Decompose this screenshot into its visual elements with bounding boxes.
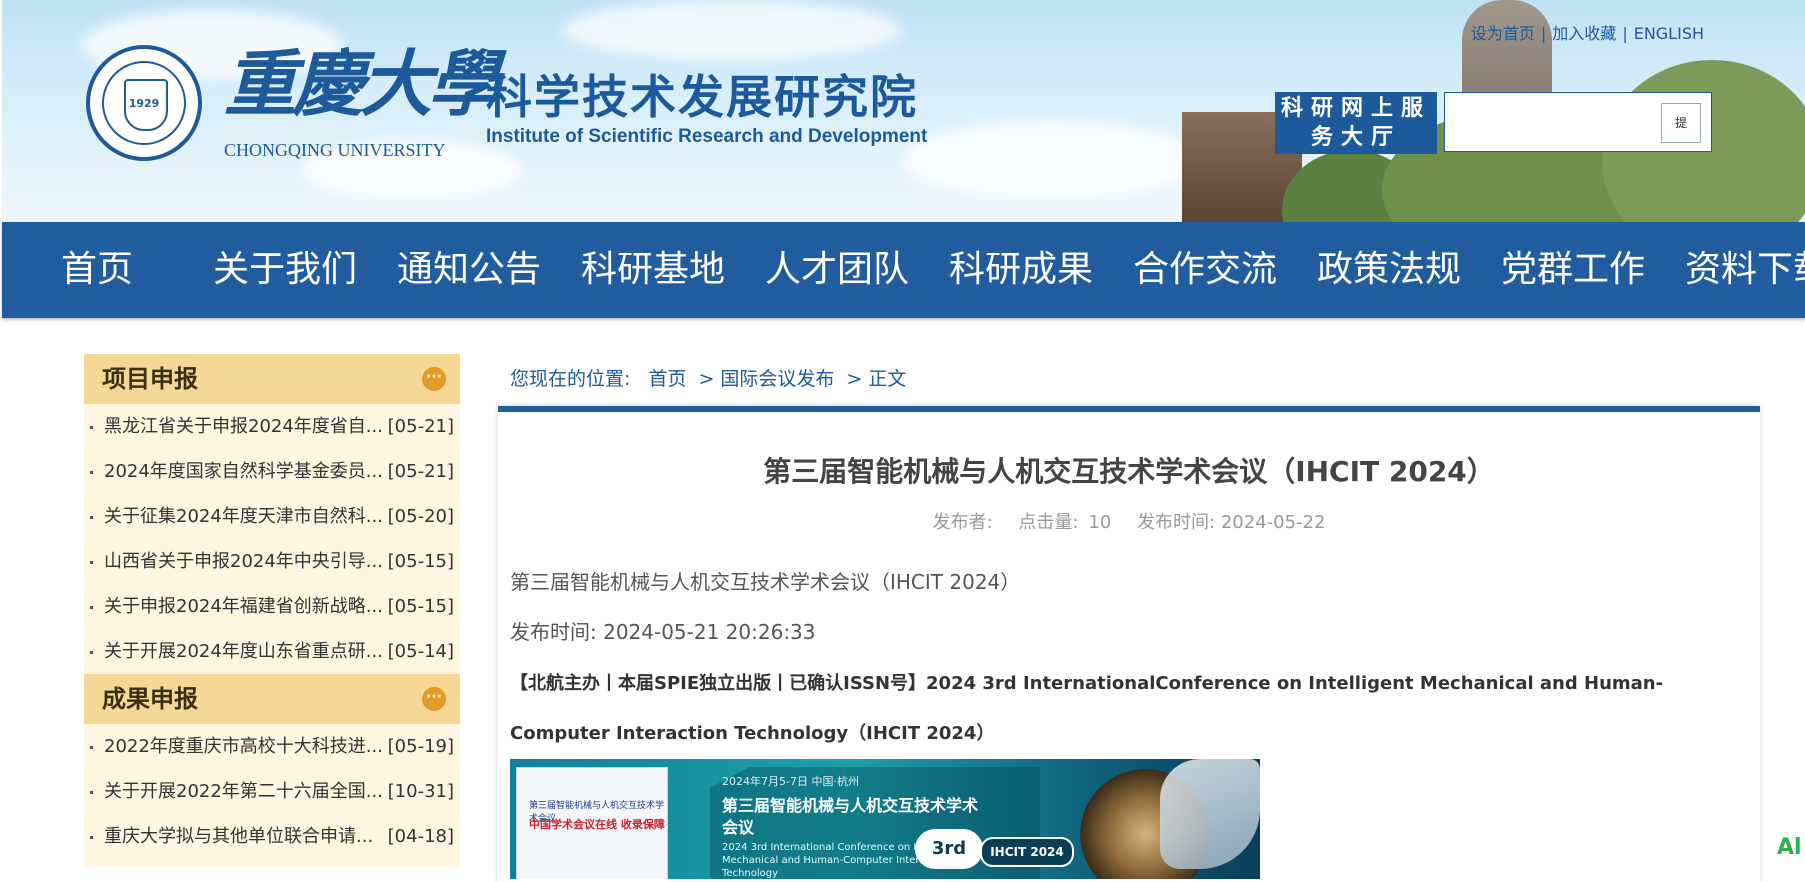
- list-item-title: 关于开展2024年度山东省重点研...: [104, 641, 383, 662]
- bullet-icon: [90, 836, 93, 839]
- list-item[interactable]: 重庆大学拟与其他单位联合申请... [04-18]: [84, 814, 460, 859]
- bullet-icon: [90, 561, 93, 564]
- conference-banner-image: 第三届智能机械与人机交互技术学术会议 中国学术会议在线 收录保障 2024年7月…: [510, 759, 1260, 879]
- nav-item-downloads[interactable]: 资料下载: [1685, 222, 1805, 318]
- emblem-year: 1929: [128, 97, 160, 110]
- conference-acronym-pill: IHCIT 2024: [980, 837, 1074, 867]
- list-item-date: [05-19]: [387, 736, 454, 757]
- university-name-en: CHONGQING UNIVERSITY: [224, 140, 446, 160]
- list-item-title: 关于申报2024年福建省创新战略...: [104, 596, 383, 617]
- list-item-title: 关于征集2024年度天津市自然科...: [104, 506, 383, 527]
- sidebar: 项目申报 ··· 黑龙江省关于申报2024年度省自... [05-21] 2024…: [84, 354, 460, 867]
- list-item-date: [05-15]: [387, 596, 454, 617]
- article-paragraph-bold: 【北航主办丨本届SPIE独立出版丨已确认ISSN号】2024 3rd Inter…: [510, 673, 1664, 744]
- article-meta: 发布者: 点击量: 10 发布时间: 2024-05-22: [498, 508, 1760, 534]
- robot-hand-graphic: [1160, 759, 1260, 869]
- article-title: 第三届智能机械与人机交互技术学术会议（IHCIT 2024）: [763, 455, 1495, 488]
- top-links: 设为首页 | 加入收藏 | ENGLISH: [1471, 20, 1704, 44]
- main-nav: 首页 关于我们 通知公告 科研基地 人才团队 科研成果 合作交流 政策法规 党群…: [2, 222, 1805, 318]
- list-item[interactable]: 2022年度重庆市高校十大科技进... [05-19]: [84, 724, 460, 769]
- search-box: 提: [1444, 92, 1712, 152]
- list-item-title: 关于开展2022年第二十六届全国...: [104, 781, 383, 802]
- section-header-result-application: 成果申报 ···: [84, 674, 460, 724]
- nav-item-policies[interactable]: 政策法规: [1317, 222, 1461, 318]
- list-item-date: [05-21]: [387, 461, 454, 482]
- bullet-icon: [90, 791, 93, 794]
- list-item-date: [04-18]: [387, 826, 454, 847]
- list-item[interactable]: 关于征集2024年度天津市自然科... [05-20]: [84, 494, 460, 539]
- add-favorite-link[interactable]: 加入收藏: [1552, 24, 1616, 43]
- list-item-title: 重庆大学拟与其他单位联合申请...: [104, 826, 374, 847]
- article-paragraph: 第三届智能机械与人机交互技术学术会议（IHCIT 2024）: [510, 570, 1021, 594]
- breadcrumb-category[interactable]: 国际会议发布: [720, 368, 834, 390]
- list-item[interactable]: 山西省关于申报2024年中央引导... [05-15]: [84, 539, 460, 584]
- breadcrumb-current: 正文: [868, 368, 907, 390]
- more-icon[interactable]: ···: [422, 687, 446, 711]
- list-item-title: 2024年度国家自然科学基金委员...: [104, 461, 383, 482]
- list-item[interactable]: 关于开展2022年第二十六届全国... [10-31]: [84, 769, 460, 814]
- breadcrumb-separator: >: [846, 368, 863, 390]
- breadcrumb: 您现在的位置: 首页 > 国际会议发布 > 正文: [510, 364, 906, 391]
- nav-item-cooperation[interactable]: 合作交流: [1133, 222, 1277, 318]
- nav-item-home[interactable]: 首页: [61, 222, 133, 318]
- university-name-cn: 重慶大學: [224, 41, 500, 126]
- bullet-icon: [90, 426, 93, 429]
- search-input[interactable]: [1451, 101, 1665, 143]
- section-title: 成果申报: [102, 685, 198, 713]
- edition-badge: 3rd: [915, 829, 983, 869]
- list-item-date: [05-21]: [387, 416, 454, 437]
- institute-name-cn: 科学技术发展研究院: [486, 70, 918, 124]
- nav-item-research-results[interactable]: 科研成果: [949, 222, 1093, 318]
- english-link[interactable]: ENGLISH: [1634, 24, 1704, 43]
- cloud-decoration: [562, 0, 902, 60]
- link-separator: |: [1540, 24, 1547, 43]
- breadcrumb-prefix: 您现在的位置:: [510, 368, 631, 390]
- list-item-date: [10-31]: [387, 781, 454, 802]
- breadcrumb-home[interactable]: 首页: [648, 368, 686, 390]
- search-button[interactable]: 提: [1661, 103, 1701, 143]
- list-item-date: [05-14]: [387, 641, 454, 662]
- bullet-icon: [90, 516, 93, 519]
- list-item[interactable]: 2024年度国家自然科学基金委员... [05-21]: [84, 449, 460, 494]
- list-item[interactable]: 黑龙江省关于申报2024年度省自... [05-21]: [84, 404, 460, 449]
- floating-widget-badge[interactable]: Al: [1777, 833, 1805, 863]
- link-separator: |: [1622, 24, 1628, 43]
- cover-subtitle: 中国学术会议在线 收录保障: [529, 818, 665, 831]
- research-service-hall-button[interactable]: 科研网上服务大厅: [1275, 92, 1437, 154]
- nav-item-about[interactable]: 关于我们: [213, 222, 357, 318]
- list-item[interactable]: 关于开展2024年度山东省重点研... [05-14]: [84, 629, 460, 674]
- list-item-date: [05-20]: [387, 506, 454, 527]
- meta-publish-time: 发布时间: 2024-05-22: [1137, 512, 1326, 533]
- list-item-title: 2022年度重庆市高校十大科技进...: [104, 736, 383, 757]
- section-title: 项目申报: [102, 365, 198, 393]
- bullet-icon: [90, 471, 93, 474]
- list-item-title: 黑龙江省关于申报2024年度省自...: [104, 416, 383, 437]
- bullet-icon: [90, 651, 93, 654]
- bullet-icon: [90, 746, 93, 749]
- list-item[interactable]: 关于申报2024年福建省创新战略... [05-15]: [84, 584, 460, 629]
- nav-item-talent-teams[interactable]: 人才团队: [765, 222, 909, 318]
- banner-date-place: 2024年7月5-7日 中国·杭州: [722, 775, 859, 788]
- meta-clicks-value: 10: [1088, 512, 1112, 533]
- list-item-title: 山西省关于申报2024年中央引导...: [104, 551, 383, 572]
- nav-item-party-work[interactable]: 党群工作: [1501, 222, 1645, 318]
- article-paragraph: 发布时间: 2024-05-21 20:26:33: [510, 620, 816, 644]
- site-header: 1929 重慶大學 CHONGQING UNIVERSITY 科学技术发展研究院…: [2, 0, 1805, 222]
- nav-item-research-bases[interactable]: 科研基地: [581, 222, 725, 318]
- article-panel: 第三届智能机械与人机交互技术学术会议（IHCIT 2024） 发布者: 点击量:…: [498, 406, 1760, 882]
- breadcrumb-separator: >: [698, 368, 715, 390]
- meta-clicks-label: 点击量:: [1018, 512, 1079, 533]
- cloud-decoration: [902, 120, 1202, 200]
- proceedings-cover: 第三届智能机械与人机交互技术学术会议 中国学术会议在线 收录保障: [516, 767, 668, 879]
- section-header-project-application: 项目申报 ···: [84, 354, 460, 404]
- nav-item-notices[interactable]: 通知公告: [397, 222, 541, 318]
- bullet-icon: [90, 606, 93, 609]
- university-emblem: 1929: [86, 45, 202, 161]
- set-homepage-link[interactable]: 设为首页: [1471, 24, 1535, 43]
- list-item-date: [05-15]: [387, 551, 454, 572]
- more-icon[interactable]: ···: [422, 367, 446, 391]
- meta-publisher: 发布者:: [932, 512, 993, 533]
- institute-name-en: Institute of Scientific Research and Dev…: [486, 126, 928, 147]
